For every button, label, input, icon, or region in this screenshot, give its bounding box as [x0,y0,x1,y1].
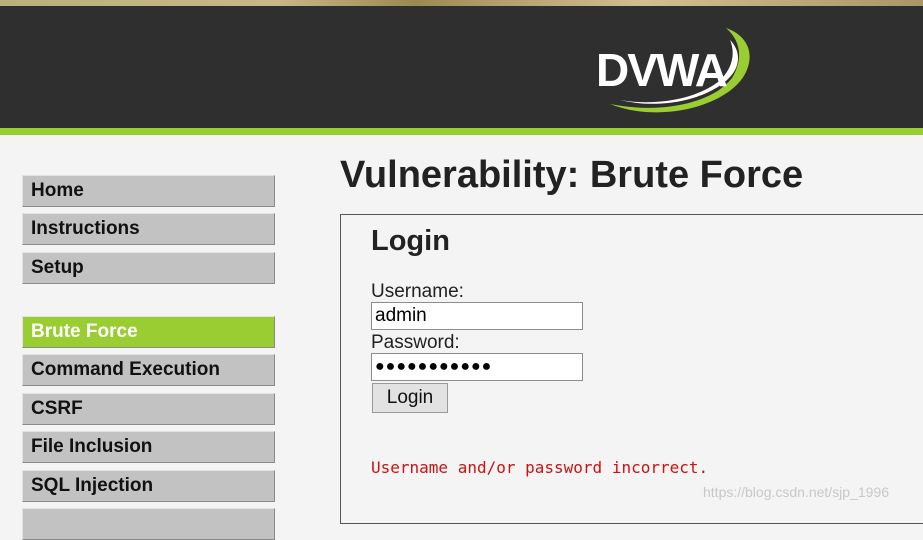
password-field[interactable]: ●●●●●●●●●●● [371,353,583,381]
menu-item-setup[interactable]: Setup [22,252,275,284]
menu-item-command-execution[interactable]: Command Execution [22,354,275,386]
page-title: Vulnerability: Brute Force [340,154,804,196]
login-heading: Login [371,225,450,257]
header-accent-bar [0,128,923,135]
menu-item-next-partial[interactable] [22,508,275,540]
login-button[interactable]: Login [372,383,448,413]
menu-item-file-inclusion[interactable]: File Inclusion [22,431,275,463]
svg-text:DVWA: DVWA [596,44,727,96]
dvwa-logo: DVWA [596,28,750,113]
watermark-text: https://blog.csdn.net/sjp_1996 [703,484,890,500]
error-message: Username and/or password incorrect. [371,458,709,477]
menu-item-instructions[interactable]: Instructions [22,213,275,245]
page-header: DVWA [0,6,923,128]
password-label: Password: [371,332,460,353]
menu-item-brute-force[interactable]: Brute Force [22,316,275,348]
menu-item-sql-injection[interactable]: SQL Injection [22,470,275,502]
menu-item-csrf[interactable]: CSRF [22,393,275,425]
username-label: Username: [371,281,464,302]
username-field[interactable]: admin [371,302,583,330]
menu-item-home[interactable]: Home [22,175,275,207]
